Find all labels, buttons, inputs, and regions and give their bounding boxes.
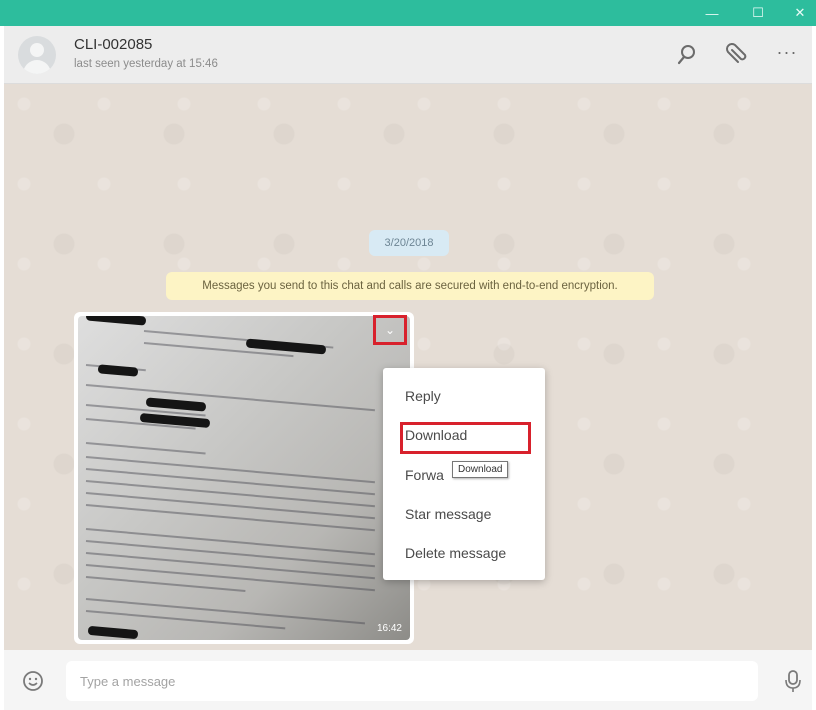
emoji-icon[interactable] — [22, 670, 44, 692]
chevron-down-icon: ⌄ — [385, 323, 396, 337]
message-options-button[interactable]: ⌄ — [373, 315, 407, 345]
avatar-head — [30, 43, 44, 57]
window-titlebar: — ☐ ✕ — [0, 0, 816, 26]
doc-line — [85, 442, 206, 455]
doc-line — [85, 598, 366, 625]
redaction-mark — [87, 625, 139, 640]
message-input[interactable] — [66, 661, 758, 701]
doc-line — [85, 564, 375, 592]
encryption-notice[interactable]: Messages you send to this chat and calls… — [166, 272, 654, 300]
menu-item-star[interactable]: Star message — [405, 506, 491, 522]
doc-line — [85, 456, 375, 484]
doc-line — [85, 504, 375, 532]
menu-item-forward[interactable]: Forwa — [405, 467, 444, 483]
doc-line — [85, 576, 246, 592]
menu-item-reply[interactable]: Reply — [405, 388, 441, 404]
doc-line — [85, 492, 375, 520]
last-seen-status: last seen yesterday at 15:46 — [74, 58, 218, 70]
paperclip-icon[interactable] — [724, 42, 750, 68]
message-time: 16:42 — [376, 623, 402, 634]
download-tooltip: Download — [452, 461, 509, 478]
close-button[interactable]: ✕ — [780, 0, 816, 26]
document-photo[interactable]: 16:42 — [78, 316, 410, 640]
menu-icon[interactable]: ··· — [774, 42, 800, 68]
redaction-mark — [85, 316, 147, 326]
contact-name[interactable]: CLI-002085 — [74, 36, 152, 53]
menu-item-delete[interactable]: Delete message — [405, 545, 506, 561]
doc-line — [85, 540, 375, 568]
search-icon[interactable] — [674, 42, 700, 68]
microphone-icon[interactable] — [782, 668, 804, 694]
avatar[interactable] — [18, 36, 56, 74]
minimize-button[interactable]: — — [692, 0, 732, 26]
date-chip: 3/20/2018 — [369, 230, 449, 256]
doc-line — [85, 528, 375, 556]
doc-line — [85, 480, 375, 508]
message-composer — [4, 650, 812, 710]
maximize-button[interactable]: ☐ — [738, 0, 778, 26]
redaction-mark — [97, 364, 139, 377]
image-message[interactable]: 16:42 — [74, 312, 414, 644]
avatar-shoulders — [23, 60, 51, 74]
chat-header: CLI-002085 last seen yesterday at 15:46 … — [4, 26, 812, 84]
doc-line — [85, 468, 375, 496]
doc-line — [85, 552, 375, 580]
download-highlight-box — [400, 422, 531, 454]
